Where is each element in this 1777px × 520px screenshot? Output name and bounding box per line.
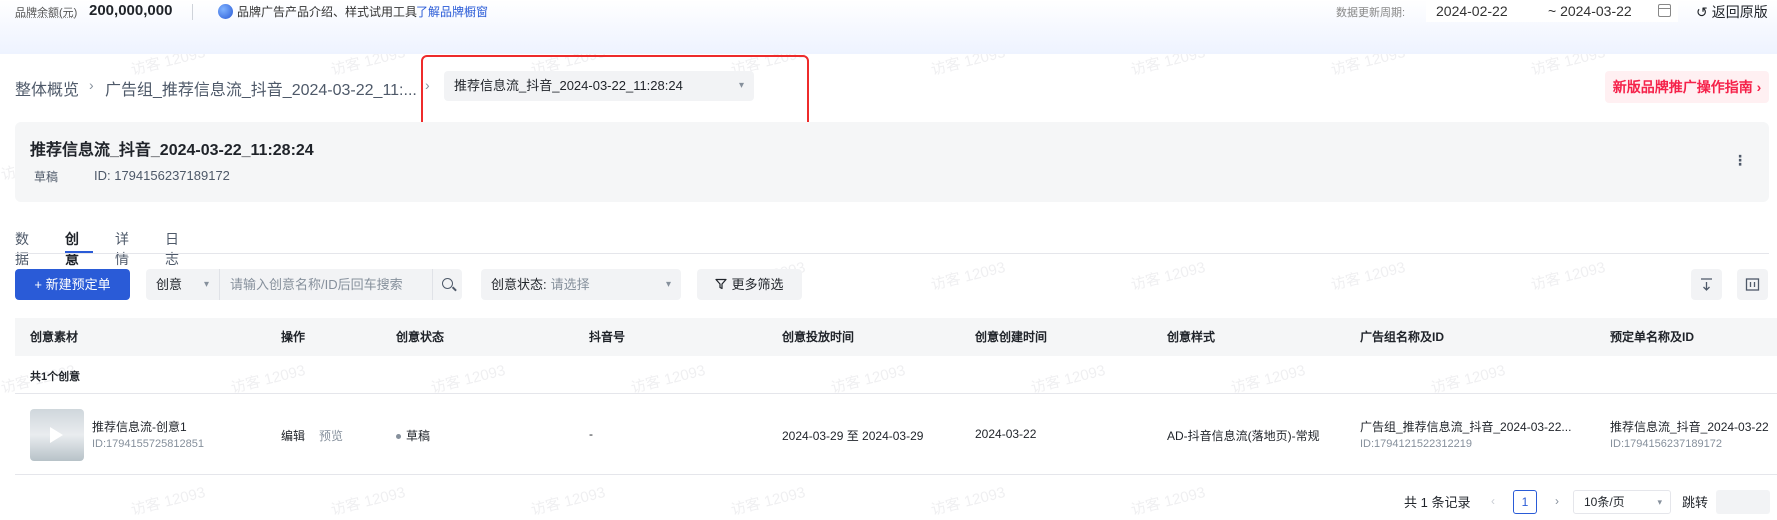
period-label: 数据更新周期: [1336,7,1406,19]
creative-id: ID:1794155725812851 [92,438,204,450]
watermark-text: 访客 12093 [1129,484,1208,519]
prev-page-button[interactable]: ‹ [1482,490,1504,514]
col-header: 创意投放时间 [782,330,855,344]
tabs-divider [15,253,1769,254]
chevron-down-icon: ▾ [1657,497,1662,507]
watermark-text: 访客 12093 [1329,259,1408,294]
breadcrumb-adgroup[interactable]: 广告组_推荐信息流_抖音_2024-03-22_11:... [105,76,417,100]
order-name-link[interactable]: 推荐信息流_抖音_2024-03-22 [1610,418,1769,435]
col-header: 预定单名称及ID [1610,330,1695,344]
col-header: 创意创建时间 [975,330,1048,344]
breadcrumb-overview[interactable]: 整体概览 [15,76,79,100]
tab-creative[interactable]: 创意 [65,229,79,269]
tab-details[interactable]: 详情 [115,229,129,269]
search-type-select[interactable]: 创意 ▾ [146,269,220,300]
order-title: 推荐信息流_抖音_2024-03-22_11:28:24 [30,142,314,159]
table-row: 推荐信息流-创意1 ID:1794155725812851 编辑 预览 草稿 -… [15,395,1777,475]
preview-link[interactable]: 预览 [319,427,343,444]
douyin-account: - [589,427,593,441]
status-dot [396,434,401,440]
chevron-down-icon: ▾ [738,80,744,91]
more-filters-label: 更多筛选 [731,277,784,292]
filter-icon [715,278,728,290]
next-page-button[interactable]: › [1546,490,1568,514]
chevron-down-icon: ▾ [203,279,209,290]
search-input[interactable] [230,269,430,300]
columns-icon[interactable] [1737,269,1768,300]
more-filters-button[interactable]: 更多筛选 [697,269,802,300]
calendar-icon[interactable] [1658,4,1671,17]
status-filter-placeholder: 请选择 [550,277,590,292]
chevron-right-icon: › [89,77,94,93]
search-group: 创意 ▾ [146,269,462,300]
watermark-text: 访客 12093 [929,259,1008,294]
top-bar: 品牌余额(元) 200,000,000 品牌广告产品介绍、样式试用工具 了解品牌… [0,0,1777,54]
edit-link[interactable]: 编辑 [281,427,305,444]
download-icon[interactable] [1691,269,1722,300]
watermark-text: 访客 12093 [529,484,608,519]
col-header: 创意样式 [1167,330,1216,344]
balance-label: 品牌余额(元) [15,7,78,19]
col-header: 操作 [281,330,306,344]
search-type-value: 创意 [156,277,183,292]
chevron-down-icon: ▾ [665,279,671,290]
watermark-text: 访客 12093 [129,484,208,519]
tab-data[interactable]: 数据 [15,229,29,269]
order-status: 草稿 [34,170,59,184]
creative-status-text: 草稿 [406,429,431,443]
table-header: 创意素材 操作 创意状态 抖音号 创意投放时间 创意创建时间 创意样式 广告组名… [15,318,1777,356]
total-records: 共 1 条记录 [1404,495,1471,510]
brand-showcase-link[interactable]: 了解品牌橱窗 [416,3,488,20]
more-vertical-icon[interactable]: ⋮ [1733,152,1747,169]
delivery-time: 2024-03-29 至 2024-03-29 [782,429,924,443]
adgroup-id: ID:1794121522312219 [1360,438,1472,450]
watermark-text: 访客 12093 [1129,259,1208,294]
group-summary-row: 共1个创意 [15,356,1777,394]
divider [192,4,193,20]
col-header: 抖音号 [589,330,626,344]
new-brand-guide-button[interactable]: 新版品牌推广操作指南 › [1605,71,1769,103]
balance-value: 200,000,000 [89,2,173,19]
date-end-input[interactable]: ~ 2024-03-22 [1538,0,1678,22]
brand-globe-icon [218,4,233,19]
jump-label: 跳转 [1682,495,1709,510]
page-1-button[interactable]: 1 [1513,490,1537,514]
tab-log[interactable]: 日志 [165,229,179,269]
order-id-cell: ID:1794156237189172 [1610,438,1722,450]
col-header: 创意状态 [396,330,445,344]
creative-thumbnail[interactable] [30,409,84,461]
new-order-button[interactable]: + 新建预定单 [15,269,130,300]
status-filter-label: 创意状态: [491,277,547,292]
creative-status-filter[interactable]: 创意状态: 请选择 ▾ [481,269,681,300]
page-size-select[interactable]: 10条/页 ▾ [1573,490,1671,514]
page-size-value: 10条/页 [1584,495,1625,509]
adgroup-name-link[interactable]: 广告组_推荐信息流_抖音_2024-03-22... [1360,418,1571,435]
watermark-text: 访客 12093 [329,484,408,519]
play-icon [50,427,63,443]
undo-icon: ↺ [1696,4,1708,20]
creative-style: AD-抖音信息流(落地页)-常规 [1167,429,1320,443]
date-start-input[interactable]: 2024-02-22 [1426,0,1538,22]
promo-text: 品牌广告产品介绍、样式试用工具 [237,5,418,19]
back-to-classic-button[interactable]: ↺ 返回原版 [1696,2,1768,22]
jump-page-input[interactable] [1716,490,1770,514]
search-icon[interactable] [432,269,462,300]
col-header: 广告组名称及ID [1360,330,1445,344]
watermark-text: 访客 12093 [1529,259,1608,294]
created-time: 2024-03-22 [975,427,1037,441]
creative-name: 推荐信息流-创意1 [92,420,187,434]
order-select-dropdown[interactable]: 推荐信息流_抖音_2024-03-22_11:28:24 ▾ [444,71,754,101]
group-count: 共1个创意 [30,371,81,383]
col-header: 创意素材 [30,330,79,344]
order-id: ID: 1794156237189172 [94,168,230,183]
watermark-text: 访客 12093 [929,484,1008,519]
creative-status: 草稿 [396,427,430,444]
order-info-card: 推荐信息流_抖音_2024-03-22_11:28:24 草稿 ID: 1794… [15,122,1769,202]
back-label: 返回原版 [1711,4,1768,20]
order-select-value: 推荐信息流_抖音_2024-03-22_11:28:24 [454,78,683,93]
watermark-text: 访客 12093 [729,484,808,519]
